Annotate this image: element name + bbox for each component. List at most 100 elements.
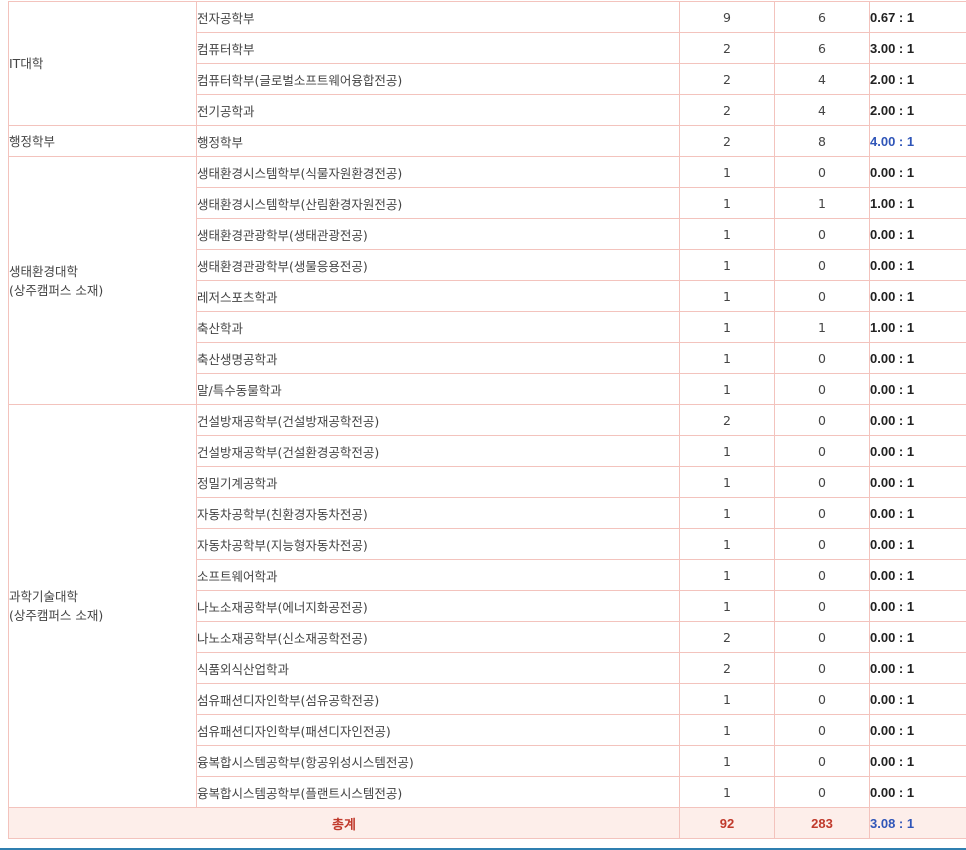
department-name: 축산생명공학과 bbox=[196, 342, 680, 374]
quota-count: 1 bbox=[679, 745, 775, 777]
competition-ratio: 0.00 : 1 bbox=[869, 776, 966, 808]
department-name: 컴퓨터학부 bbox=[196, 32, 680, 64]
quota-count: 1 bbox=[679, 497, 775, 529]
competition-ratio: 0.00 : 1 bbox=[869, 404, 966, 436]
quota-count: 1 bbox=[679, 466, 775, 498]
competition-ratio: 0.00 : 1 bbox=[869, 280, 966, 312]
applicant-count: 0 bbox=[774, 373, 870, 405]
applicant-count: 1 bbox=[774, 187, 870, 219]
department-name: 생태환경시스템학부(산림환경자원전공) bbox=[196, 187, 680, 219]
quota-count: 1 bbox=[679, 249, 775, 281]
applicant-count: 0 bbox=[774, 776, 870, 808]
department-name: 생태환경관광학부(생물응용전공) bbox=[196, 249, 680, 281]
department-name: 생태환경시스템학부(식물자원환경전공) bbox=[196, 156, 680, 188]
applicant-count: 0 bbox=[774, 466, 870, 498]
applicant-count: 0 bbox=[774, 342, 870, 374]
department-name: 전자공학부 bbox=[196, 1, 680, 33]
competition-ratio: 2.00 : 1 bbox=[869, 63, 966, 95]
total-label: 총계 bbox=[8, 807, 680, 839]
college-cell: IT대학 bbox=[8, 1, 197, 126]
applicant-count: 0 bbox=[774, 156, 870, 188]
department-name: 축산학과 bbox=[196, 311, 680, 343]
department-name: 컴퓨터학부(글로벌소프트웨어융합전공) bbox=[196, 63, 680, 95]
department-name: 행정학부 bbox=[196, 125, 680, 157]
department-name: 자동차공학부(친환경자동차전공) bbox=[196, 497, 680, 529]
applicant-count: 0 bbox=[774, 745, 870, 777]
applicant-count: 0 bbox=[774, 714, 870, 746]
department-name: 레저스포츠학과 bbox=[196, 280, 680, 312]
competition-ratio-page: IT대학 전자공학부 9 6 0.67 : 1 컴퓨터학부 2 6 3.00 : 1 컴퓨터학부(… bbox=[0, 0, 966, 850]
department-name: 정밀기계공학과 bbox=[196, 466, 680, 498]
applicant-count: 0 bbox=[774, 404, 870, 436]
table-row: 행정학부 행정학부 2 8 4.00 : 1 bbox=[8, 125, 966, 157]
total-row: 총계 92 283 3.08 : 1 bbox=[8, 807, 966, 839]
applicant-count: 6 bbox=[774, 1, 870, 33]
college-name: (상주캠퍼스 소재) bbox=[9, 608, 104, 623]
department-name: 건설방재공학부(건설환경공학전공) bbox=[196, 435, 680, 467]
applicant-count: 4 bbox=[774, 63, 870, 95]
applicant-count: 0 bbox=[774, 218, 870, 250]
table-row: IT대학 전자공학부 9 6 0.67 : 1 bbox=[8, 1, 966, 126]
department-name: 나노소재공학부(신소재공학전공) bbox=[196, 621, 680, 653]
quota-count: 2 bbox=[679, 621, 775, 653]
quota-count: 2 bbox=[679, 404, 775, 436]
college-cell: 생태환경대학 (상주캠퍼스 소재) bbox=[8, 156, 197, 405]
competition-ratio: 0.00 : 1 bbox=[869, 528, 966, 560]
competition-ratio: 0.00 : 1 bbox=[869, 466, 966, 498]
quota-count: 1 bbox=[679, 559, 775, 591]
quota-count: 1 bbox=[679, 590, 775, 622]
quota-count: 2 bbox=[679, 32, 775, 64]
competition-ratio: 0.00 : 1 bbox=[869, 156, 966, 188]
college-name: IT대학 bbox=[9, 56, 44, 71]
applicant-count: 8 bbox=[774, 125, 870, 157]
competition-ratio: 1.00 : 1 bbox=[869, 187, 966, 219]
total-quota: 92 bbox=[679, 807, 775, 839]
applicant-count: 0 bbox=[774, 559, 870, 591]
total-ratio: 3.08 : 1 bbox=[869, 807, 966, 839]
applicant-count: 0 bbox=[774, 652, 870, 684]
competition-ratio: 0.00 : 1 bbox=[869, 590, 966, 622]
total-applicants: 283 bbox=[774, 807, 870, 839]
quota-count: 1 bbox=[679, 218, 775, 250]
college-cell: 행정학부 bbox=[8, 125, 197, 157]
quota-count: 1 bbox=[679, 342, 775, 374]
department-name: 식품외식산업학과 bbox=[196, 652, 680, 684]
quota-count: 2 bbox=[679, 63, 775, 95]
department-name: 말/특수동물학과 bbox=[196, 373, 680, 405]
applicant-count: 0 bbox=[774, 621, 870, 653]
applicant-count: 6 bbox=[774, 32, 870, 64]
competition-ratio: 1.00 : 1 bbox=[869, 311, 966, 343]
college-cell: 과학기술대학 (상주캠퍼스 소재) bbox=[8, 404, 197, 808]
competition-ratio: 0.00 : 1 bbox=[869, 745, 966, 777]
quota-count: 2 bbox=[679, 125, 775, 157]
competition-ratio: 0.00 : 1 bbox=[869, 559, 966, 591]
department-name: 융복합시스템공학부(항공위성시스템전공) bbox=[196, 745, 680, 777]
applicant-count: 0 bbox=[774, 528, 870, 560]
department-name: 건설방재공학부(건설방재공학전공) bbox=[196, 404, 680, 436]
quota-count: 2 bbox=[679, 94, 775, 126]
applicant-count: 0 bbox=[774, 683, 870, 715]
department-name: 섬유패션디자인학부(섬유공학전공) bbox=[196, 683, 680, 715]
college-name: (상주캠퍼스 소재) bbox=[9, 282, 104, 298]
department-name: 섬유패션디자인학부(패션디자인전공) bbox=[196, 714, 680, 746]
applicant-count: 4 bbox=[774, 94, 870, 126]
competition-ratio-table: IT대학 전자공학부 9 6 0.67 : 1 컴퓨터학부 2 6 3.00 : 1 컴퓨터학부(… bbox=[8, 1, 966, 839]
table-row: 과학기술대학 (상주캠퍼스 소재) 건설방재공학부(건설방재공학전공) 2 0 0.00 … bbox=[8, 404, 966, 808]
competition-ratio: 4.00 : 1 bbox=[869, 125, 966, 157]
applicant-count: 1 bbox=[774, 311, 870, 343]
quota-count: 2 bbox=[679, 652, 775, 684]
quota-count: 1 bbox=[679, 776, 775, 808]
quota-count: 1 bbox=[679, 280, 775, 312]
quota-count: 1 bbox=[679, 187, 775, 219]
competition-ratio: 0.00 : 1 bbox=[869, 683, 966, 715]
department-name: 생태환경관광학부(생태관광전공) bbox=[196, 218, 680, 250]
college-name: 생태환경대학 bbox=[9, 263, 79, 279]
quota-count: 1 bbox=[679, 435, 775, 467]
competition-ratio: 3.00 : 1 bbox=[869, 32, 966, 64]
competition-ratio: 0.00 : 1 bbox=[869, 497, 966, 529]
competition-ratio: 0.00 : 1 bbox=[869, 342, 966, 374]
quota-count: 1 bbox=[679, 373, 775, 405]
applicant-count: 0 bbox=[774, 249, 870, 281]
quota-count: 1 bbox=[679, 683, 775, 715]
table-body: IT대학 전자공학부 9 6 0.67 : 1 컴퓨터학부 2 6 3.00 : 1 컴퓨터학부(… bbox=[8, 1, 966, 839]
